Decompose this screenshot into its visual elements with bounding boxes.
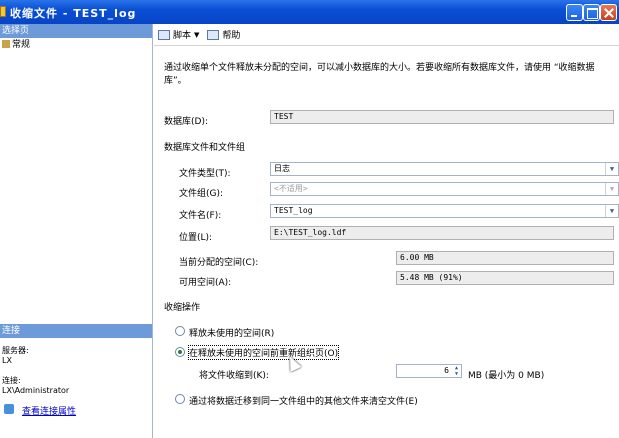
view-connection-label: 查看连接属性 bbox=[22, 407, 77, 417]
view-connection-link[interactable]: 查看连接属性 bbox=[0, 404, 152, 417]
spin-arrows-icon[interactable]: ▲ ▼ bbox=[452, 365, 461, 377]
location-label: 位置(L): bbox=[179, 233, 213, 243]
help-icon bbox=[207, 29, 220, 40]
maximize-button[interactable] bbox=[583, 4, 600, 21]
help-label: 帮助 bbox=[222, 31, 241, 41]
shrink-action-label: 收缩操作 bbox=[164, 303, 201, 313]
allocated-space-field: 6.00 MB bbox=[396, 251, 614, 265]
general-page-icon bbox=[2, 40, 10, 48]
page-item-general[interactable]: 常规 bbox=[0, 38, 152, 52]
location-field: E:\TEST_log.ldf bbox=[270, 226, 614, 240]
allocated-space-label: 当前分配的空间(C): bbox=[179, 258, 259, 268]
file-type-value: 日志 bbox=[274, 164, 290, 173]
empty-file-label: 通过将数据迁移到同一文件组中的其他文件来清空文件(E) bbox=[189, 397, 418, 407]
database-label: 数据库(D): bbox=[164, 117, 208, 127]
description-text: 通过收缩单个文件释放未分配的空间，可以减小数据库的大小。若要收缩所有数据库文件，… bbox=[164, 63, 595, 86]
close-button[interactable] bbox=[600, 4, 617, 21]
page-item-label: 常规 bbox=[12, 40, 31, 50]
connection-header: 连接 bbox=[0, 324, 152, 338]
chevron-down-icon[interactable]: ▼ bbox=[605, 163, 618, 175]
app-icon bbox=[0, 6, 6, 17]
reorganize-pages-radio[interactable] bbox=[175, 347, 185, 357]
window-title: 收缩文件 - TEST_log bbox=[10, 7, 137, 20]
shrink-to-value: 6 bbox=[444, 366, 449, 375]
select-page-header: 选择页 bbox=[0, 24, 152, 38]
file-name-select[interactable]: TEST_log ▼ bbox=[270, 204, 619, 218]
server-value: LX bbox=[2, 356, 12, 365]
script-label: 脚本 bbox=[173, 31, 192, 41]
reorganize-pages-label: 在释放未使用的空间前重新组织页(O) bbox=[187, 345, 340, 360]
connection-section: 连接 服务器: LX 连接: LX\Administrator 查看连接属性 bbox=[0, 324, 152, 417]
available-space-label: 可用空间(A): bbox=[179, 278, 232, 288]
filegroup-select: <不适用> ▼ bbox=[270, 182, 619, 196]
file-name-value: TEST_log bbox=[274, 206, 313, 215]
help-button[interactable]: 帮助 bbox=[207, 28, 240, 41]
file-type-label: 文件类型(T): bbox=[179, 169, 231, 179]
filegroup-value: <不适用> bbox=[274, 184, 308, 193]
script-icon bbox=[158, 29, 170, 40]
shrink-to-unit: MB (最小为 0 MB) bbox=[468, 371, 545, 381]
connection-properties-icon bbox=[4, 404, 14, 414]
database-field: TEST bbox=[270, 110, 614, 124]
chevron-down-icon: ▼ bbox=[605, 183, 618, 195]
shrink-to-input[interactable]: 6 ▲ ▼ bbox=[396, 364, 462, 378]
available-space-field: 5.48 MB (91%) bbox=[396, 271, 614, 285]
release-unused-label: 释放未使用的空间(R) bbox=[189, 329, 275, 339]
main-panel: 脚本 ▼ 帮助 通过收缩单个文件释放未分配的空间，可以减小数据库的大小。若要收缩… bbox=[154, 24, 619, 438]
chevron-down-icon[interactable]: ▼ bbox=[605, 205, 618, 217]
shrink-to-label: 将文件收缩到(K): bbox=[199, 371, 269, 381]
left-panel: 选择页 常规 连接 服务器: LX 连接: LX\Administrator 查… bbox=[0, 24, 153, 438]
release-unused-radio[interactable] bbox=[175, 326, 185, 336]
connection-label: 连接: bbox=[2, 376, 21, 385]
toolbar: 脚本 ▼ 帮助 bbox=[154, 24, 619, 46]
files-group-label: 数据库文件和文件组 bbox=[164, 143, 246, 153]
connection-value: LX\Administrator bbox=[2, 386, 70, 395]
empty-file-radio[interactable] bbox=[175, 394, 185, 404]
file-type-select[interactable]: 日志 ▼ bbox=[270, 162, 619, 176]
chevron-down-icon: ▼ bbox=[194, 30, 200, 39]
filegroup-label: 文件组(G): bbox=[179, 189, 224, 199]
title-bar: 收缩文件 - TEST_log bbox=[0, 0, 619, 24]
server-label: 服务器: bbox=[2, 346, 29, 355]
minimize-button[interactable] bbox=[566, 4, 583, 21]
script-button[interactable]: 脚本 ▼ bbox=[158, 28, 199, 41]
file-name-label: 文件名(F): bbox=[179, 211, 222, 221]
